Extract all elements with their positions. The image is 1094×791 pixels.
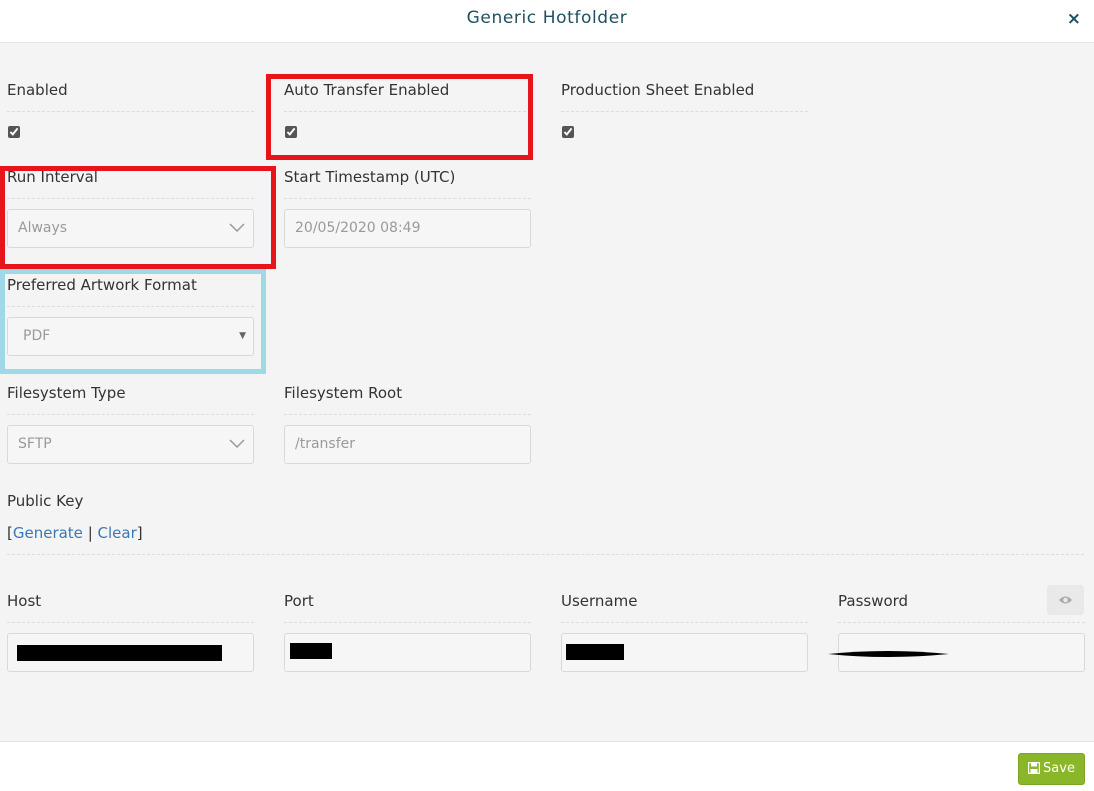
host-label: Host — [7, 592, 42, 610]
divider — [7, 414, 254, 415]
highlight-box-run-interval — [0, 166, 276, 269]
dialog-footer — [0, 742, 1094, 791]
generate-link[interactable]: Generate — [13, 524, 83, 542]
production-sheet-label: Production Sheet Enabled — [561, 81, 755, 99]
divider — [284, 198, 531, 199]
production-sheet-checkbox[interactable] — [562, 126, 574, 138]
filesystem-type-label: Filesystem Type — [7, 384, 126, 402]
filesystem-type-value: SFTP — [18, 436, 52, 452]
highlight-box-auto-transfer — [266, 74, 533, 160]
dialog-title: Generic Hotfolder — [466, 8, 628, 28]
password-label: Password — [838, 592, 909, 610]
start-timestamp-value: 20/05/2020 08:49 — [295, 220, 421, 236]
divider — [284, 622, 531, 623]
enabled-label: Enabled — [7, 81, 68, 99]
redaction-bar — [828, 651, 949, 657]
public-key-actions: [Generate | Clear] — [7, 524, 143, 542]
port-label: Port — [284, 592, 314, 610]
floppy-disk-icon — [1027, 761, 1041, 775]
filesystem-root-label: Filesystem Root — [284, 384, 403, 402]
divider — [561, 622, 808, 623]
start-timestamp-input[interactable]: 20/05/2020 08:49 — [284, 209, 531, 248]
eye-icon — [1059, 596, 1072, 604]
divider — [838, 622, 1085, 623]
filesystem-root-value: /transfer — [295, 436, 356, 452]
clear-link[interactable]: Clear — [98, 524, 137, 542]
divider — [561, 111, 808, 112]
close-icon[interactable]: × — [1067, 9, 1081, 29]
redaction-bar — [290, 643, 332, 659]
enabled-checkbox[interactable] — [8, 126, 20, 138]
highlight-box-artwork-format — [0, 269, 266, 374]
username-label: Username — [561, 592, 638, 610]
save-label: Save — [1043, 761, 1075, 776]
link-separator: | — [82, 524, 98, 542]
section-divider — [7, 554, 1084, 555]
close-bracket: ] — [136, 524, 143, 542]
save-button[interactable]: Save — [1018, 753, 1085, 785]
show-password-button[interactable] — [1047, 585, 1084, 615]
redaction-bar — [566, 644, 624, 660]
redaction-bar — [17, 645, 222, 661]
divider — [7, 622, 254, 623]
chevron-down-icon — [229, 439, 245, 449]
start-timestamp-label: Start Timestamp (UTC) — [284, 168, 456, 186]
divider — [284, 414, 531, 415]
public-key-label: Public Key — [7, 492, 84, 510]
filesystem-root-input[interactable]: /transfer — [284, 425, 531, 464]
filesystem-type-select[interactable]: SFTP — [7, 425, 254, 464]
dialog-header: Generic Hotfolder × — [0, 0, 1094, 43]
divider — [7, 111, 254, 112]
